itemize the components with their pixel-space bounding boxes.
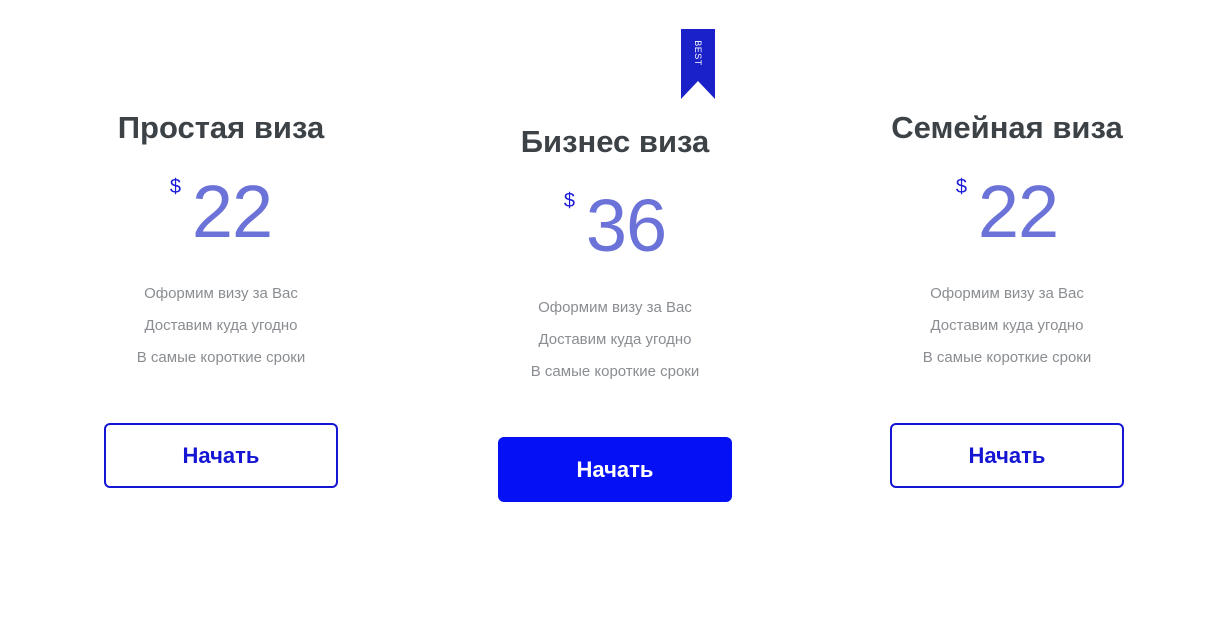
plan-card-simple: Простая виза $ 22 Оформим визу за Вас До… (61, 108, 381, 488)
feature-item: Доставим куда угодно (144, 317, 298, 334)
feature-item: Доставим куда угодно (930, 317, 1084, 334)
start-button-family[interactable]: Начать (890, 423, 1124, 488)
plan-card-family: Семейная виза $ 22 Оформим визу за Вас Д… (847, 108, 1167, 488)
feature-item: Доставим куда угодно (538, 331, 692, 348)
price-amount: 36 (585, 184, 667, 267)
plan-title: Бизнес виза (520, 124, 710, 159)
price: $ 36 (455, 186, 775, 270)
feature-item: В самые короткие сроки (530, 363, 700, 380)
start-button-simple[interactable]: Начать (104, 423, 338, 488)
price-amount: 22 (191, 170, 273, 253)
best-ribbon: BEST (681, 29, 715, 99)
price: $ 22 (847, 172, 1167, 256)
feature-list: Оформим визу за Вас Доставим куда угодно… (61, 278, 381, 374)
price: $ 22 (61, 172, 381, 256)
plan-title: Семейная виза (891, 110, 1123, 145)
currency-symbol: $ (955, 176, 967, 198)
currency-symbol: $ (563, 190, 575, 212)
ribbon-label: BEST (692, 40, 703, 66)
feature-item: Оформим визу за Вас (538, 299, 692, 316)
plan-card-business: Бизнес виза $ 36 Оформим визу за Вас Дос… (455, 122, 775, 502)
feature-item: В самые короткие сроки (922, 349, 1092, 366)
feature-list: Оформим визу за Вас Доставим куда угодно… (455, 292, 775, 388)
feature-item: В самые короткие сроки (136, 349, 306, 366)
feature-list: Оформим визу за Вас Доставим куда угодно… (847, 278, 1167, 374)
currency-symbol: $ (169, 176, 181, 198)
feature-item: Оформим визу за Вас (930, 285, 1084, 302)
price-amount: 22 (977, 170, 1059, 253)
plan-title: Простая виза (117, 110, 325, 145)
start-button-business[interactable]: Начать (498, 437, 732, 502)
feature-item: Оформим визу за Вас (144, 285, 298, 302)
